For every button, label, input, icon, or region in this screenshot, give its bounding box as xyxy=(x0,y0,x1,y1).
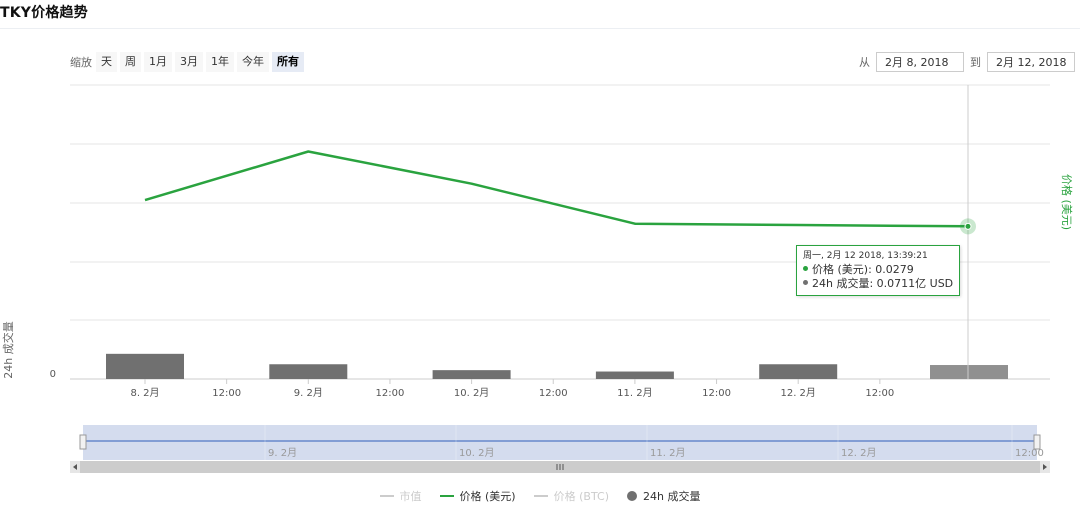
zoom-button-3-months[interactable]: 3月 xyxy=(175,52,203,72)
volume-bar-5 xyxy=(930,365,1008,379)
zoom-button-all[interactable]: 所有 xyxy=(272,52,304,72)
tooltip-date: 周一, 2月 12 2018, 13:39:21 xyxy=(803,251,928,261)
legend-item-3[interactable]: 24h 成交量 xyxy=(627,488,700,504)
zoom-label: 缩放 xyxy=(70,56,92,69)
navigator-range-fill xyxy=(83,425,1037,460)
legend-item-1[interactable]: 价格 (美元) xyxy=(439,488,516,504)
x-tick-label-6: 11. 2月 xyxy=(617,387,652,399)
legend-item-2[interactable]: 价格 (BTC) xyxy=(533,488,609,504)
zoom-button-1-month[interactable]: 1月 xyxy=(144,52,172,72)
legend-label-2: 价格 (BTC) xyxy=(553,490,609,503)
navigator-handle-left xyxy=(79,434,87,450)
date-range-selector: 从 到 xyxy=(853,52,1075,72)
navigator-handle-right xyxy=(1033,434,1041,450)
zoom-button-day[interactable]: 天 xyxy=(96,52,117,72)
volume-bar-4 xyxy=(759,364,838,379)
legend-label-3: 24h 成交量 xyxy=(643,490,701,503)
x-tick-label-5: 12:00 xyxy=(539,388,568,399)
legend-label-0: 市值 xyxy=(399,490,422,503)
x-tick-label-9: 12:00 xyxy=(865,388,894,399)
price-axis-title: 价格 (美元) xyxy=(1060,174,1074,230)
hover-point xyxy=(964,222,972,230)
navigator-label-3: 12. 2月 xyxy=(841,447,876,459)
range-from-label: 从 xyxy=(859,56,870,69)
volume-axis-tick-0: 0 xyxy=(50,369,56,380)
volume-bar-0 xyxy=(106,353,184,379)
zoom-selector: 缩放 天 周 1月 3月 1年 今年 所有 xyxy=(70,52,307,72)
zoom-button-1-year[interactable]: 1年 xyxy=(206,52,234,72)
tooltip-price-row: 价格 (美元): 0.0279 xyxy=(803,263,953,277)
chart-legend: 市值 价格 (美元) 价格 (BTC) 24h 成交量 xyxy=(0,488,1080,504)
volume-bar-2 xyxy=(432,370,511,379)
legend-marker-0 xyxy=(379,495,394,497)
range-to-label: 到 xyxy=(970,56,981,69)
x-tick-label-7: 12:00 xyxy=(702,388,731,399)
tooltip-volume-row: 24h 成交量: 0.0711亿 USD xyxy=(803,277,953,291)
tooltip-price-dot xyxy=(803,266,808,271)
navigator-label-4: 12:00 xyxy=(1015,448,1044,459)
legend-marker-1 xyxy=(439,495,454,497)
chart-tooltip: 周一, 2月 12 2018, 13:39:21 价格 (美元): 0.0279… xyxy=(796,245,961,296)
x-tick-label-0: 8. 2月 xyxy=(130,387,159,399)
tooltip-volume-dot xyxy=(803,280,808,285)
x-tick-label-3: 12:00 xyxy=(376,388,405,399)
x-tick-label-1: 12:00 xyxy=(212,388,241,399)
zoom-button-week[interactable]: 周 xyxy=(120,52,141,72)
range-from-input[interactable] xyxy=(876,52,964,72)
volume-bar-3 xyxy=(595,371,674,379)
legend-label-1: 价格 (美元) xyxy=(459,490,516,503)
legend-item-0[interactable]: 市值 xyxy=(379,488,422,504)
zoom-button-ytd[interactable]: 今年 xyxy=(237,52,269,72)
legend-marker-3 xyxy=(627,491,637,501)
navigator-label-0: 9. 2月 xyxy=(268,447,297,459)
navigator-label-1: 10. 2月 xyxy=(459,447,494,459)
x-tick-label-8: 12. 2月 xyxy=(780,387,815,399)
volume-axis-title: 24h 成交量 xyxy=(1,321,15,378)
range-to-input[interactable] xyxy=(987,52,1075,72)
legend-marker-2 xyxy=(533,495,548,497)
tooltip-price: 价格 (美元): 0.0279 xyxy=(812,263,914,276)
price-line xyxy=(144,150,969,228)
navigator-label-2: 11. 2月 xyxy=(650,447,685,459)
tooltip-volume: 24h 成交量: 0.0711亿 USD xyxy=(812,277,954,290)
x-tick-label-4: 10. 2月 xyxy=(454,387,489,399)
x-tick-label-2: 9. 2月 xyxy=(294,387,323,399)
volume-bar-1 xyxy=(269,364,348,379)
